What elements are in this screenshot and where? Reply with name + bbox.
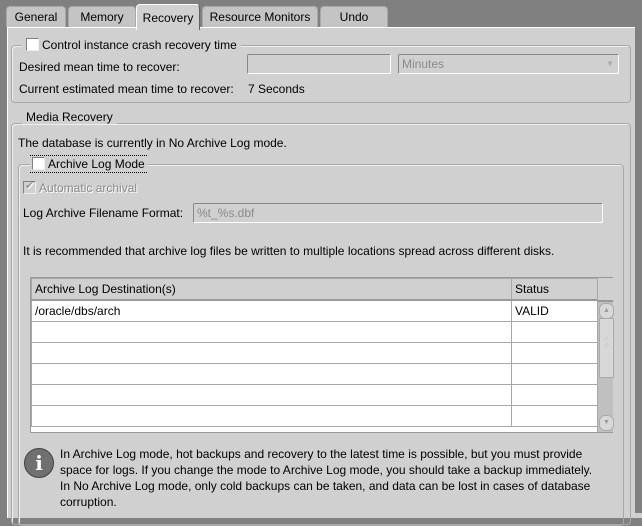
destination-cell[interactable] — [31, 321, 512, 343]
destinations-table-container: Archive Log Destination(s) Status /oracl… — [30, 277, 614, 433]
status-cell[interactable] — [511, 363, 598, 385]
archive-log-mode-checkbox[interactable] — [32, 157, 45, 170]
info-line: corruption. — [60, 495, 117, 509]
table-row[interactable] — [31, 321, 598, 343]
table-header-row: Archive Log Destination(s) Status — [31, 278, 598, 301]
current-time-label: Current estimated mean time to recover: — [19, 82, 234, 96]
archive-log-mode-label: Archive Log Mode — [48, 157, 145, 171]
tab-memory[interactable]: Memory — [68, 6, 136, 27]
tab-undo[interactable]: Undo — [320, 6, 388, 27]
tab-resource-monitors[interactable]: Resource Monitors — [202, 6, 318, 27]
status-cell[interactable] — [511, 384, 598, 406]
filename-format-label: Log Archive Filename Format: — [23, 206, 184, 220]
destination-cell[interactable]: /oracle/dbs/arch — [31, 299, 512, 322]
window-edge — [635, 27, 642, 513]
info-message: In Archive Log mode, hot backups and rec… — [60, 446, 592, 510]
table-row[interactable] — [31, 342, 598, 364]
status-cell[interactable] — [511, 405, 598, 427]
desired-time-input[interactable] — [247, 54, 391, 74]
destination-cell[interactable] — [31, 363, 512, 385]
column-header-status[interactable]: Status — [511, 278, 598, 301]
tab-recovery[interactable]: Recovery — [136, 4, 200, 30]
table-row[interactable] — [31, 405, 598, 427]
automatic-archival-checkbox[interactable]: ✔ — [23, 180, 36, 194]
table-corner — [597, 278, 613, 302]
crash-recovery-checkbox[interactable] — [26, 38, 39, 51]
check-icon: ✔ — [25, 180, 35, 192]
status-cell[interactable] — [511, 321, 598, 343]
recovery-panel: Control instance crash recovery time Des… — [7, 27, 642, 526]
crash-recovery-legend[interactable]: Control instance crash recovery time — [22, 38, 241, 52]
table-row[interactable] — [31, 384, 598, 406]
status-cell[interactable]: VALID — [511, 299, 598, 322]
grip-icon: ⁘ ⁘ — [603, 335, 610, 350]
column-header-destination[interactable]: Archive Log Destination(s) — [31, 278, 512, 301]
chevron-down-icon: ▼ — [606, 59, 614, 68]
destination-cell[interactable] — [31, 342, 512, 364]
destinations-table: Archive Log Destination(s) Status /oracl… — [31, 278, 598, 427]
recommendation-text: It is recommended that archive log files… — [23, 244, 555, 258]
scroll-down-arrow-icon[interactable]: ▼ — [599, 415, 614, 431]
scrollbar-thumb[interactable]: ⁘ ⁘ — [599, 318, 614, 378]
media-recovery-legend: Media Recovery — [22, 110, 117, 124]
automatic-archival[interactable]: ✔ Automatic archival — [23, 180, 138, 195]
table-row[interactable]: /oracle/dbs/arch VALID — [31, 299, 598, 322]
destination-cell[interactable] — [31, 384, 512, 406]
tab-general[interactable]: General — [6, 6, 66, 27]
current-time-value: 7 Seconds — [248, 82, 305, 96]
archive-mode-status: The database is currently in No Archive … — [18, 136, 287, 150]
info-line: space for logs. If you change the mode t… — [60, 463, 593, 477]
info-line: In No Archive Log mode, only cold backup… — [60, 479, 591, 493]
filename-format-input[interactable]: %t_%s.dbf — [193, 203, 603, 223]
archive-log-mode-legend[interactable]: Archive Log Mode — [30, 155, 147, 173]
scroll-up-arrow-icon[interactable]: ▲ — [599, 303, 614, 319]
time-unit-value: Minutes — [402, 57, 445, 71]
info-icon: i — [24, 448, 54, 478]
time-unit-select[interactable]: Minutes ▼ — [398, 54, 619, 74]
desired-time-label: Desired mean time to recover: — [19, 60, 180, 74]
table-row[interactable] — [31, 363, 598, 385]
crash-recovery-checkbox-label: Control instance crash recovery time — [42, 38, 237, 52]
table-scrollbar[interactable]: ▲ ⁘ ⁘ ▼ — [597, 302, 614, 432]
status-cell[interactable] — [511, 342, 598, 364]
info-line: In Archive Log mode, hot backups and rec… — [60, 447, 583, 461]
automatic-archival-label: Automatic archival — [39, 181, 138, 195]
destination-cell[interactable] — [31, 405, 512, 427]
